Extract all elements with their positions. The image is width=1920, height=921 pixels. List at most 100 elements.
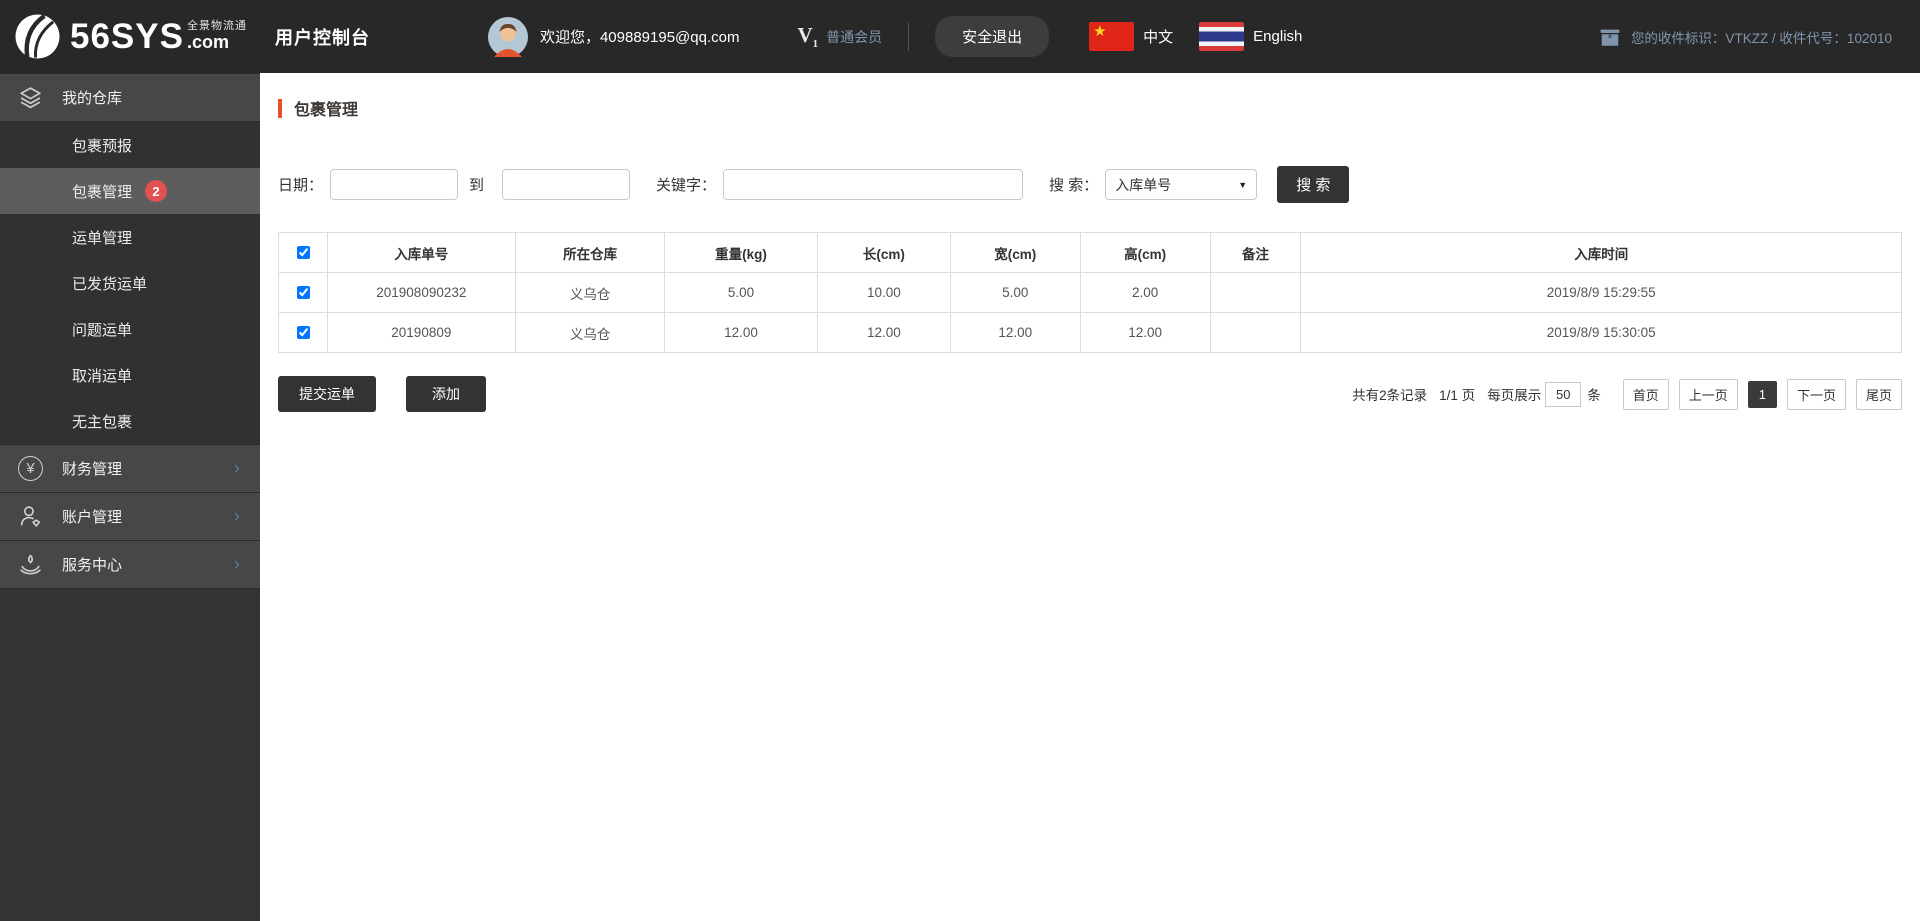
member-level-label: 普通会员 <box>826 28 883 45</box>
logo-text: 56SYS <box>70 16 184 56</box>
cell-warehouse: 义乌仓 <box>514 272 666 313</box>
main-content: 包裹管理 日期： 到 关键字： 搜 索： 入库单号 ▼ 搜 索 入库单号 所在仓… <box>260 73 1920 921</box>
prev-page-button[interactable]: 上一页 <box>1678 378 1738 410</box>
sidebar-section-account[interactable]: 账户管理 › <box>0 492 260 540</box>
lang-english[interactable]: English <box>1199 22 1302 51</box>
sidebar-item-unclaimed-packages[interactable]: 无主包裹 <box>0 398 260 444</box>
chevron-down-icon: ▼ <box>1238 179 1248 190</box>
cell-remark <box>1209 312 1302 353</box>
first-page-button[interactable]: 首页 <box>1622 378 1669 410</box>
sidebar-section-my-warehouse[interactable]: 我的仓库 <box>0 73 260 121</box>
packages-table: 入库单号 所在仓库 重量(kg) 长(cm) 宽(cm) 高(cm) 备注 入库… <box>278 232 1902 353</box>
cell-remark <box>1209 272 1302 313</box>
sidebar-section-finance[interactable]: ¥ 财务管理 › <box>0 444 260 492</box>
warehouse-submenu: 包裹预报 包裹管理 2 运单管理 已发货运单 问题运单 取消运单 无主包裹 <box>0 121 260 444</box>
chevron-right-icon: › <box>233 506 240 527</box>
per-page-input[interactable] <box>1545 381 1582 407</box>
top-header: 56SYS 全景物流通 .com 用户控制台 欢迎您，409889195@qq.… <box>0 0 1920 73</box>
submit-waybill-button[interactable]: 提交运单 <box>278 376 376 412</box>
col-header-remark: 备注 <box>1209 232 1302 273</box>
date-label: 日期： <box>278 177 324 194</box>
col-header-inbound-no: 入库单号 <box>326 232 516 273</box>
cell-weight: 5.00 <box>664 272 818 313</box>
to-label: 到 <box>469 177 485 194</box>
table-row: 201908090232 义乌仓 5.00 10.00 5.00 2.00 20… <box>278 272 1902 313</box>
sidebar-item-package-forecast[interactable]: 包裹预报 <box>0 122 260 168</box>
page: 56SYS 全景物流通 .com 用户控制台 欢迎您，409889195@qq.… <box>0 0 1920 921</box>
next-page-button[interactable]: 下一页 <box>1786 378 1846 410</box>
cell-weight: 12.00 <box>664 312 818 353</box>
user-icon <box>17 503 44 530</box>
china-flag-icon: ★ <box>1089 22 1135 51</box>
logo[interactable]: 56SYS 全景物流通 .com <box>14 13 247 60</box>
avatar <box>487 16 528 57</box>
table-footer: 提交运单 添加 共有2条记录 1/1 页 每页展示 条 首页 上一页 1 下一页… <box>278 376 1902 412</box>
header-divider <box>908 22 910 51</box>
yen-icon: ¥ <box>17 455 44 482</box>
sidebar-item-problem-waybills[interactable]: 问题运单 <box>0 306 260 352</box>
table-header-row: 入库单号 所在仓库 重量(kg) 长(cm) 宽(cm) 高(cm) 备注 入库… <box>278 232 1902 273</box>
cell-width: 5.00 <box>949 272 1081 313</box>
keyword-label: 关键字： <box>656 177 717 194</box>
sidebar-section-label: 服务中心 <box>62 557 123 574</box>
receiver-info: 您的收件标识：VTKZZ / 收件代号：102010 <box>1599 26 1892 48</box>
page-title: 包裹管理 <box>294 102 359 119</box>
page-count-text: 1/1 页 <box>1439 388 1476 403</box>
title-accent-bar <box>278 98 282 118</box>
sidebar-item-package-management[interactable]: 包裹管理 2 <box>0 168 260 214</box>
member-level: V1 普通会员 <box>797 23 882 50</box>
sidebar-section-service-center[interactable]: 服务中心 › <box>0 540 260 588</box>
logo-icon <box>15 14 60 59</box>
search-type-select[interactable]: 入库单号 ▼ <box>1105 169 1258 200</box>
col-header-inbound-time: 入库时间 <box>1300 232 1902 273</box>
page-title-row: 包裹管理 <box>278 96 1902 120</box>
col-header-width: 宽(cm) <box>949 232 1081 273</box>
col-header-warehouse: 所在仓库 <box>514 232 666 273</box>
sidebar-item-waybill-management[interactable]: 运单管理 <box>0 214 260 260</box>
cell-length: 12.00 <box>816 312 951 353</box>
package-icon <box>1600 29 1620 46</box>
cell-height: 12.00 <box>1079 312 1211 353</box>
record-count-text: 共有2条记录 <box>1352 388 1428 403</box>
count-badge: 2 <box>145 180 168 202</box>
date-from-input[interactable] <box>330 169 459 200</box>
welcome-text: 欢迎您，409889195@qq.com <box>539 29 740 46</box>
select-all-checkbox[interactable] <box>296 246 310 259</box>
chevron-right-icon: › <box>233 554 240 575</box>
cell-inbound-no: 201908090232 <box>326 272 516 313</box>
row-checkbox[interactable] <box>296 286 310 299</box>
row-checkbox[interactable] <box>296 326 310 339</box>
last-page-button[interactable]: 尾页 <box>1855 378 1902 410</box>
per-page-unit: 条 <box>1587 388 1601 403</box>
sidebar: 我的仓库 包裹预报 包裹管理 2 运单管理 已发货运单 问题运单 取消运单 无主… <box>0 73 260 921</box>
layers-icon <box>17 84 44 111</box>
vip-level-icon: V1 <box>797 22 819 51</box>
cell-warehouse: 义乌仓 <box>514 312 666 353</box>
keyword-input[interactable] <box>723 169 1024 200</box>
sidebar-section-label: 财务管理 <box>62 461 123 478</box>
logout-button[interactable]: 安全退出 <box>935 16 1050 57</box>
col-header-height: 高(cm) <box>1079 232 1211 273</box>
add-button[interactable]: 添加 <box>406 376 486 412</box>
console-title: 用户控制台 <box>274 27 370 48</box>
service-icon <box>17 551 44 578</box>
user-block: 欢迎您，409889195@qq.com <box>487 16 740 57</box>
cell-width: 12.00 <box>949 312 1081 353</box>
lang-chinese[interactable]: ★ 中文 <box>1089 22 1173 51</box>
thailand-flag-icon <box>1199 22 1245 51</box>
cell-inbound-no: 20190809 <box>326 312 516 353</box>
per-page-label: 每页展示 <box>1487 388 1542 403</box>
search-button[interactable]: 搜 索 <box>1277 166 1350 203</box>
table-row: 20190809 义乌仓 12.00 12.00 12.00 12.00 201… <box>278 312 1902 353</box>
receiver-info-text: 您的收件标识：VTKZZ / 收件代号：102010 <box>1630 30 1892 46</box>
search-type-label: 搜 索： <box>1049 177 1099 194</box>
sidebar-item-cancelled-waybills[interactable]: 取消运单 <box>0 352 260 398</box>
cell-length: 10.00 <box>816 272 951 313</box>
current-page-button[interactable]: 1 <box>1747 380 1777 408</box>
date-to-input[interactable] <box>502 169 631 200</box>
pagination: 共有2条记录 1/1 页 每页展示 条 首页 上一页 1 下一页 尾页 <box>1352 378 1902 410</box>
sidebar-section-label: 我的仓库 <box>62 90 123 107</box>
sidebar-item-shipped-waybills[interactable]: 已发货运单 <box>0 260 260 306</box>
cell-inbound-time: 2019/8/9 15:30:05 <box>1300 312 1902 353</box>
col-header-weight: 重量(kg) <box>664 232 818 273</box>
